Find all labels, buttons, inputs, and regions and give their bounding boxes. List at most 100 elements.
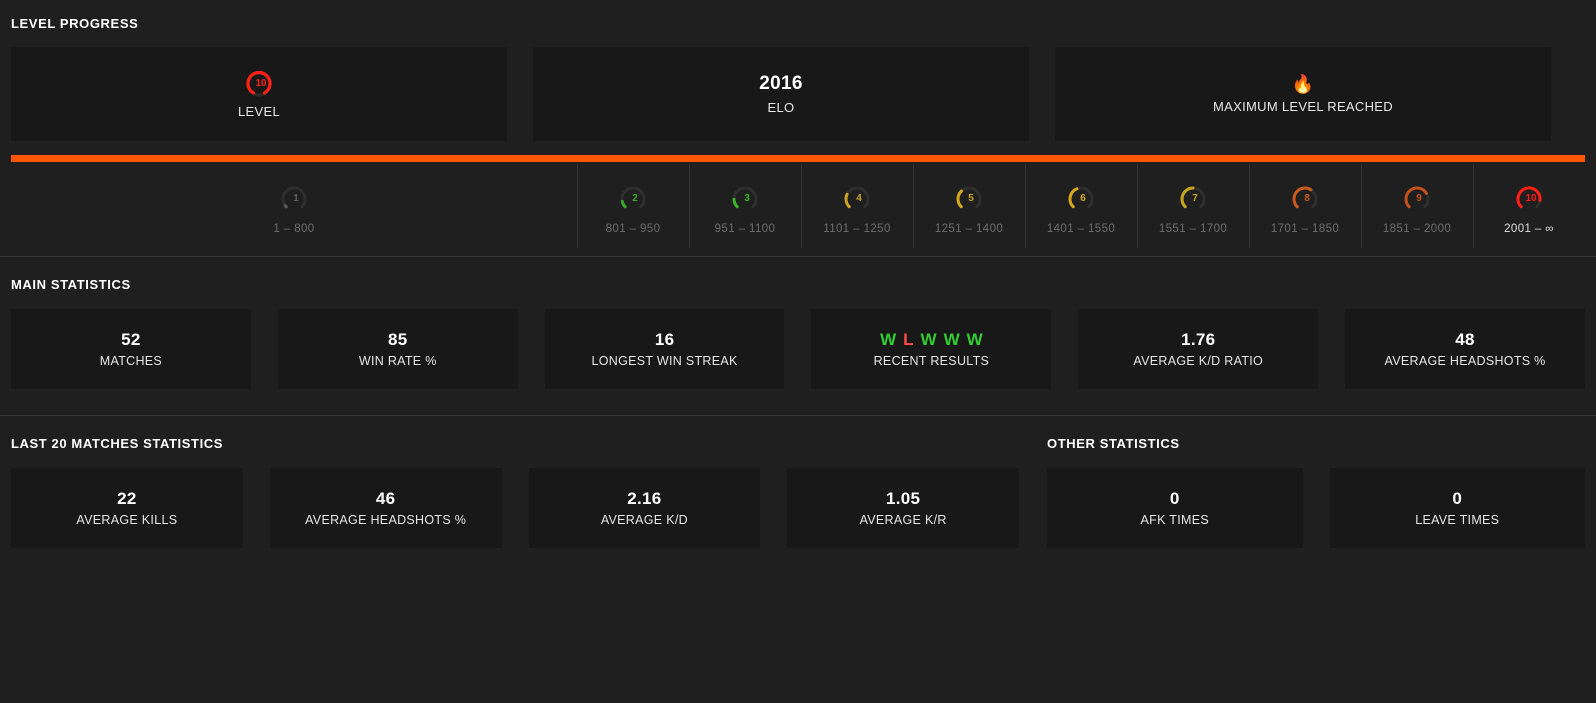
level-6-range: 1401 – 1550 <box>1046 223 1116 235</box>
level-progress-cards: 10 LEVEL 2016 ELO 🔥 MAXIMUM LEVEL REACHE… <box>0 31 1596 141</box>
level-scale-cell-3[interactable]: 3 951 – 1100 <box>689 164 801 256</box>
level-8-range: 1701 – 1850 <box>1270 223 1340 235</box>
level-scale-cell-8[interactable]: 8 1701 – 1850 <box>1249 164 1361 256</box>
player-stats-page: LEVEL PROGRESS 10 LEVEL 2016 ELO 🔥 MAXIM… <box>0 0 1596 703</box>
level-card-label: LEVEL <box>238 104 280 119</box>
level-scale-cell-10[interactable]: 10 2001 – ∞ <box>1473 164 1585 256</box>
elo-card: 2016 ELO <box>533 47 1029 141</box>
last20-stat-label: AVERAGE KILLS <box>76 513 178 527</box>
level-10-gauge-icon: 10 <box>1514 184 1544 214</box>
level-1-number: 1 <box>293 192 299 204</box>
level-1-gauge-icon: 1 <box>279 184 309 214</box>
level-2-number: 2 <box>632 192 638 204</box>
level-number: 10 <box>255 77 267 89</box>
section-title-last-20-matches: LAST 20 MATCHES STATISTICS <box>11 436 224 451</box>
last20-stat-label: AVERAGE K/R <box>859 513 947 527</box>
level-scale: 1 1 – 800 2 801 – 950 3 951 – 1100 4 1101 – 125… <box>0 164 1596 256</box>
main-stat-label: AVERAGE HEADSHOTS % <box>1384 354 1546 368</box>
recent-result-3: W <box>920 330 937 349</box>
level-progress-bar-wrap <box>0 141 1596 162</box>
level-5-number: 5 <box>968 192 974 204</box>
main-stat-value: 1.76 <box>1181 330 1216 349</box>
level-10-gauge-icon: 10 <box>244 69 274 99</box>
level-scale-cell-1[interactable]: 1 1 – 800 <box>11 172 577 256</box>
level-4-range: 1101 – 1250 <box>823 223 891 235</box>
main-stat-value: 16 <box>654 330 675 349</box>
level-progress-header: LEVEL PROGRESS <box>0 0 1596 31</box>
main-stat-label: MATCHES <box>99 354 163 368</box>
level-10-range: 2001 – ∞ <box>1504 223 1554 235</box>
last20-stat-card[interactable]: 1.05 AVERAGE K/R <box>787 468 1019 548</box>
level-1-range: 1 – 800 <box>273 223 315 235</box>
last20-stat-value: 22 <box>117 489 137 508</box>
main-stat-label: WIN RATE % <box>358 354 437 368</box>
level-6-number: 6 <box>1080 192 1086 204</box>
last-20-matches-row: 22 AVERAGE KILLS 46 AVERAGE HEADSHOTS % 2.16… <box>11 468 1019 548</box>
main-stat-label: RECENT RESULTS <box>873 354 990 368</box>
other-stat-value: 0 <box>1169 489 1180 508</box>
level-8-number: 8 <box>1304 192 1310 204</box>
level-3-number: 3 <box>744 192 750 204</box>
main-stat-card[interactable]: W L W W W RECENT RESULTS <box>811 309 1052 389</box>
section-title-main-statistics: MAIN STATISTICS <box>11 277 131 292</box>
level-scale-cell-4[interactable]: 4 1101 – 1250 <box>801 164 913 256</box>
main-stat-value: 52 <box>121 330 141 349</box>
level-scale-cell-2[interactable]: 2 801 – 950 <box>577 164 689 256</box>
level-8-gauge-icon: 8 <box>1290 184 1320 214</box>
other-stat-label: AFK TIMES <box>1140 513 1209 527</box>
recent-result-4: W <box>943 330 960 349</box>
main-statistics-row: 52 MATCHES 85 WIN RATE % 16 LONGEST WIN STREA… <box>11 309 1585 389</box>
level-scale-cell-7[interactable]: 7 1551 – 1700 <box>1137 164 1249 256</box>
last20-stat-value: 46 <box>375 489 396 508</box>
last20-stat-label: AVERAGE K/D <box>600 513 688 527</box>
section-title-other-statistics: OTHER STATISTICS <box>1047 436 1180 451</box>
fire-icon: 🔥 <box>1291 74 1315 94</box>
level-10-number: 10 <box>1525 192 1537 204</box>
last-20-matches-section: LAST 20 MATCHES STATISTICS 22 AVERAGE KIL… <box>11 416 1019 548</box>
main-stat-card[interactable]: 85 WIN RATE % <box>277 309 518 389</box>
level-scale-cell-9[interactable]: 9 1851 – 2000 <box>1361 164 1473 256</box>
last20-stat-card[interactable]: 22 AVERAGE KILLS <box>11 468 243 548</box>
main-stat-card[interactable]: 52 MATCHES <box>11 309 251 389</box>
level-9-gauge-icon: 9 <box>1402 184 1432 214</box>
level-progress-fill <box>11 155 1585 162</box>
last20-stat-value: 1.05 <box>885 489 921 508</box>
main-stat-card[interactable]: 1.76 AVERAGE K/D RATIO <box>1078 309 1319 389</box>
level-card: 10 LEVEL <box>11 47 507 141</box>
other-stat-card[interactable]: 0 LEAVE TIMES <box>1329 468 1585 548</box>
recent-result-1: W <box>880 330 897 349</box>
recent-result-5: W <box>966 330 983 349</box>
last20-stat-card[interactable]: 2.16 AVERAGE K/D <box>528 468 761 548</box>
level-scale-cell-5[interactable]: 5 1251 – 1400 <box>913 164 1025 256</box>
maximum-level-label: MAXIMUM LEVEL REACHED <box>1213 99 1393 114</box>
main-stat-card[interactable]: 48 AVERAGE HEADSHOTS % <box>1345 309 1585 389</box>
last20-stat-card[interactable]: 46 AVERAGE HEADSHOTS % <box>269 468 502 548</box>
main-stat-value: 85 <box>387 330 408 349</box>
section-title-level-progress: LEVEL PROGRESS <box>11 16 139 31</box>
main-stat-label: AVERAGE K/D RATIO <box>1133 354 1264 368</box>
level-3-gauge-icon: 3 <box>730 184 760 214</box>
level-2-range: 801 – 950 <box>605 223 661 235</box>
level-3-range: 951 – 1100 <box>714 223 776 235</box>
level-7-range: 1551 – 1700 <box>1158 223 1228 235</box>
bottom-sections: LAST 20 MATCHES STATISTICS 22 AVERAGE KIL… <box>0 416 1596 548</box>
level-9-range: 1851 – 2000 <box>1382 223 1452 235</box>
other-statistics-section: OTHER STATISTICS 0 AFK TIMES 0 LEAVE TIMES <box>1047 416 1585 548</box>
maximum-level-card: 🔥 MAXIMUM LEVEL REACHED <box>1055 47 1551 141</box>
level-progress-bar <box>11 155 1585 162</box>
level-scale-cell-6[interactable]: 6 1401 – 1550 <box>1025 164 1137 256</box>
last20-stat-value: 2.16 <box>627 489 662 508</box>
other-stat-value: 0 <box>1452 489 1463 508</box>
level-7-gauge-icon: 7 <box>1178 184 1208 214</box>
other-stat-card[interactable]: 0 AFK TIMES <box>1047 468 1303 548</box>
level-2-gauge-icon: 2 <box>618 184 648 214</box>
level-6-gauge-icon: 6 <box>1066 184 1096 214</box>
last20-stat-label: AVERAGE HEADSHOTS % <box>305 513 467 527</box>
main-stat-card[interactable]: 16 LONGEST WIN STREAK <box>544 309 785 389</box>
level-9-number: 9 <box>1416 192 1422 204</box>
main-stat-value: 48 <box>1455 330 1475 349</box>
recent-results: WLWWW <box>880 330 983 350</box>
level-5-range: 1251 – 1400 <box>934 223 1004 235</box>
elo-card-label: ELO <box>767 100 795 115</box>
level-7-number: 7 <box>1192 192 1198 204</box>
